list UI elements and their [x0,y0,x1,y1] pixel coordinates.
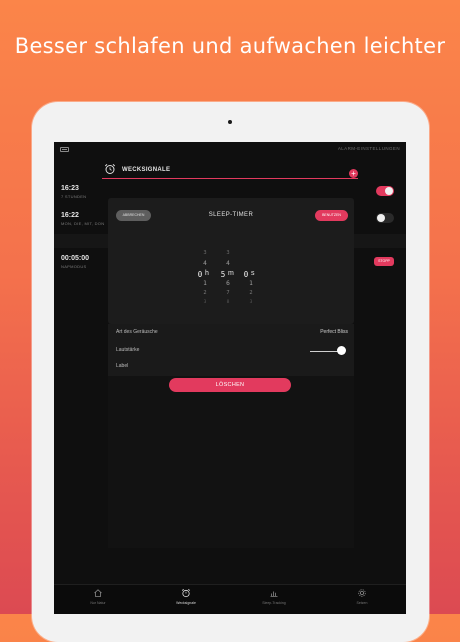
alarm-time: 16:22 [61,212,79,219]
picker-selected-value: 0 [243,270,249,279]
tab-nur-natur[interactable]: Nur Natur [54,585,142,614]
delete-button[interactable]: LÖSCHEN [169,378,291,392]
seconds-picker[interactable]: 0s 1 2 3 [231,232,271,318]
label-label: Label [116,363,129,369]
alarm-toggle[interactable] [376,186,394,196]
picker-value: 2 [249,290,253,296]
alarm-time: 00:05:00 [61,255,90,262]
volume-row: Lautstärke [116,344,348,358]
picker-unit: s [251,269,255,277]
alarm-toggle[interactable] [376,213,394,223]
alarm-subtitle: MON, DIE, MIT, DON [61,221,105,226]
tab-wecksignale[interactable]: Wecksignale [142,585,230,614]
alarm-settings-panel: Art des Geräusche Perfect Bliss Lautstär… [108,324,354,548]
tab-label: Nur Natur [90,601,106,605]
battery-icon [60,147,69,152]
sound-value: Perfect Bliss [320,329,348,335]
tab-label: Sleep-Tracking [262,601,286,605]
settings-lower-area [108,376,354,548]
headline: Besser schlafen und aufwachen leichter [14,34,446,58]
camera-dot [228,120,232,124]
sleep-timer-modal: ABBRECHEN SLEEP-TIMER BENUTZEN 340h123 3… [108,198,354,324]
alarm-clock-icon [104,163,116,174]
volume-label: Lautstärke [116,347,140,353]
sound-row[interactable]: Art des Geräusche Perfect Bliss [116,326,348,340]
section-title: WECKSIGNALE [122,167,171,173]
picker-value: 3 [249,300,253,305]
sound-label: Art des Geräusche [116,329,158,335]
house-icon [94,589,102,597]
use-button[interactable]: BENUTZEN [315,210,348,221]
tab-sleep-tracking[interactable]: Sleep-Tracking [230,585,318,614]
stop-button[interactable]: STOPP [374,257,394,266]
status-bar: ALARM-EINSTELLUNGEN [54,142,406,158]
alarm-subtitle: 7 STUNDEN [61,194,87,199]
volume-slider-knob[interactable] [337,346,346,355]
status-right-text: ALARM-EINSTELLUNGEN [337,146,400,151]
gear-icon [358,589,366,597]
tab-bar: Nur Natur Wecksignale Sleep-Tracking Set… [54,584,406,614]
tab-setzen[interactable]: Setzen [318,585,406,614]
tab-label: Wecksignale [176,601,196,605]
alarms-section-header: WECKSIGNALE + [102,160,358,179]
add-alarm-button[interactable]: + [349,169,358,178]
alarm-clock-icon [181,588,191,598]
alarm-subtitle: NAPMODUS [61,264,87,269]
label-row[interactable]: Label [116,360,348,374]
chart-icon [270,591,278,597]
picker-value: 1 [249,280,253,287]
app-screen: ALARM-EINSTELLUNGEN 16:23 7 STUNDEN 16:2… [54,142,406,614]
tab-label: Setzen [356,601,368,605]
alarm-time: 16:23 [61,185,79,192]
